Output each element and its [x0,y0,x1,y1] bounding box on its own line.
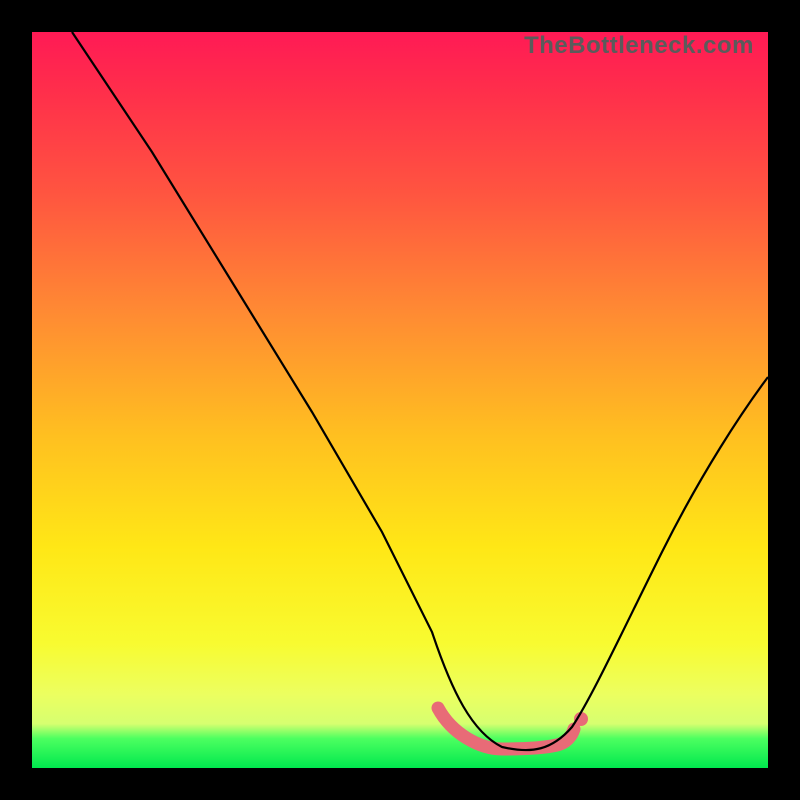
plot-area: TheBottleneck.com [32,32,768,768]
curve-layer [32,32,768,768]
chart-container: TheBottleneck.com [0,0,800,800]
bottleneck-curve [72,32,768,750]
